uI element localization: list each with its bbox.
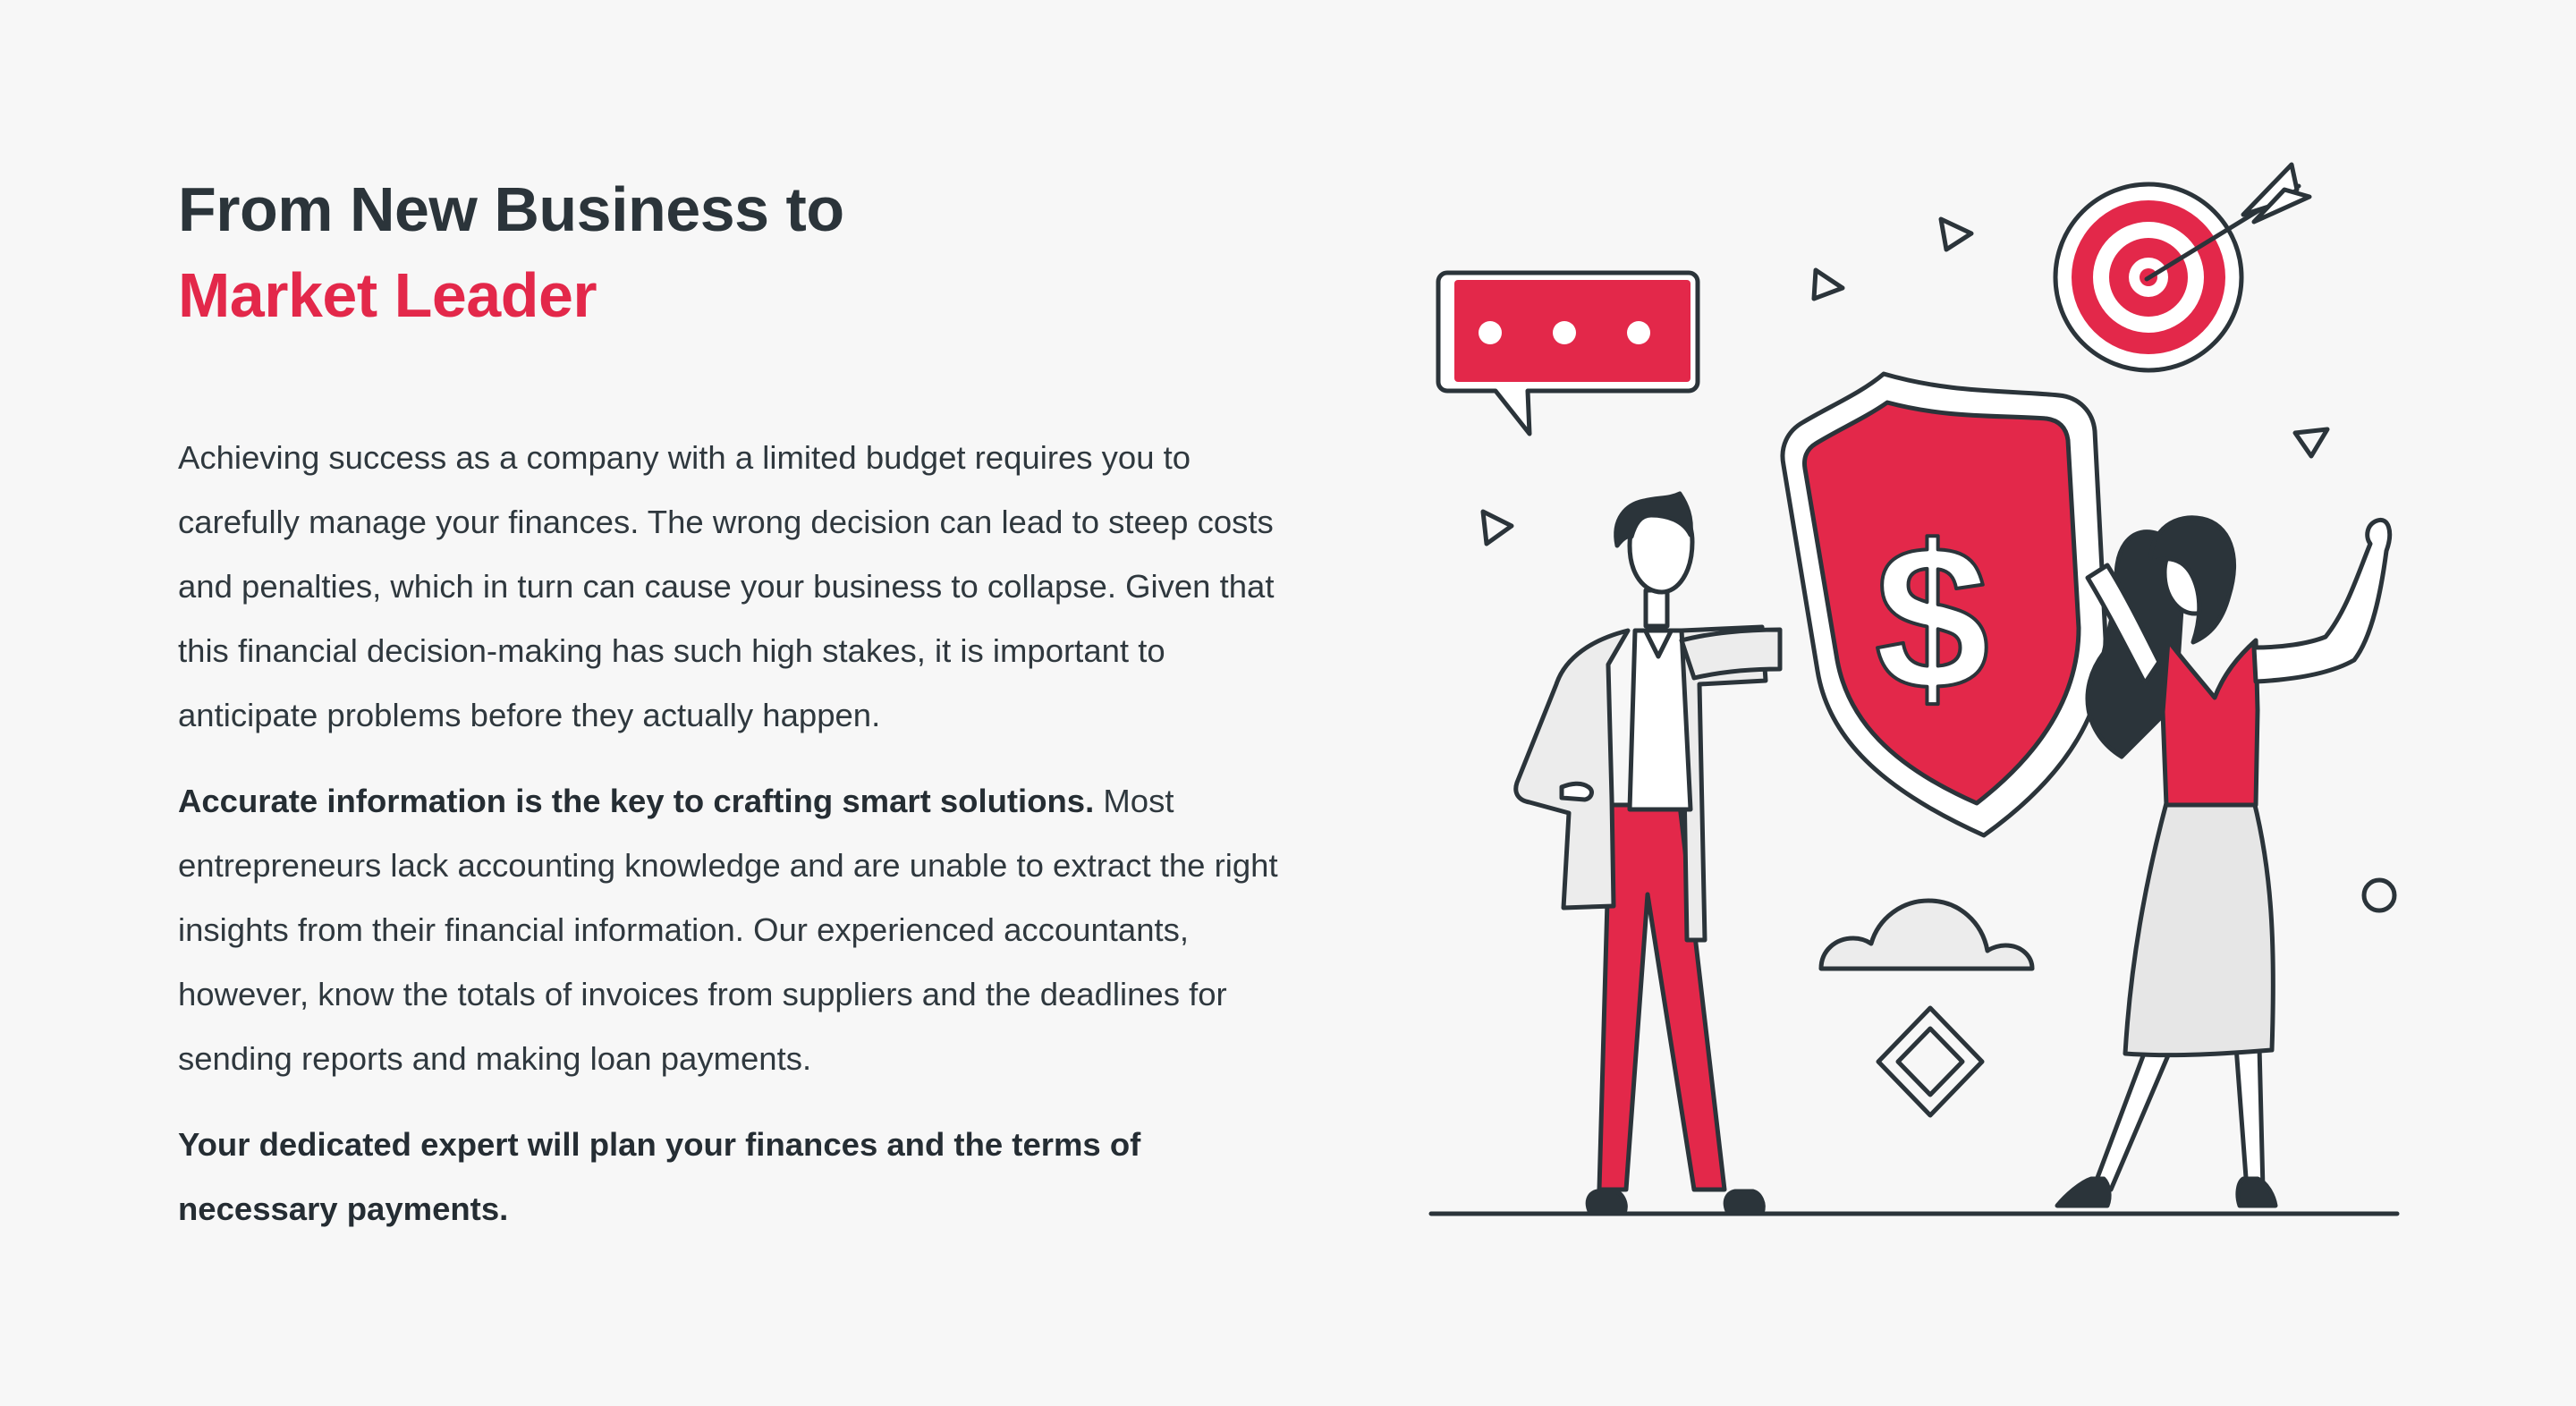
page-title: From New Business to Market Leader: [178, 166, 1287, 338]
speech-bubble-icon: [1436, 270, 1700, 436]
shield-dollar-icon: $: [1780, 371, 2108, 838]
info-paragraph-body: Most entrepreneurs lack accounting knowl…: [178, 783, 1278, 1077]
triangle-icon: [1938, 216, 1974, 252]
title-line-1: From New Business to: [178, 174, 844, 244]
finance-illustration: $: [1395, 143, 2433, 1234]
shield-dollar-sign: $: [1875, 503, 1989, 733]
content-section: From New Business to Market Leader Achie…: [178, 166, 1287, 1241]
info-paragraph-lead: Accurate information is the key to craft…: [178, 783, 1095, 819]
triangle-icon: [1811, 267, 1845, 301]
expert-paragraph-text: Your dedicated expert will plan your fin…: [178, 1126, 1141, 1227]
circle-icon: [2361, 877, 2397, 913]
expert-paragraph: Your dedicated expert will plan your fin…: [178, 1113, 1287, 1241]
diamond-icon: [1876, 1005, 1985, 1118]
woman-figure: [2055, 515, 2393, 1208]
triangle-icon: [2292, 427, 2330, 459]
triangle-icon: [1480, 509, 1514, 546]
cloud-icon: [1818, 898, 2035, 971]
illustration-svg: $: [1428, 162, 2400, 1216]
info-paragraph: Accurate information is the key to craft…: [178, 769, 1287, 1091]
intro-paragraph: Achieving success as a company with a li…: [178, 439, 1275, 733]
man-figure: [1513, 491, 1783, 1215]
title-line-2-highlight: Market Leader: [178, 260, 597, 330]
